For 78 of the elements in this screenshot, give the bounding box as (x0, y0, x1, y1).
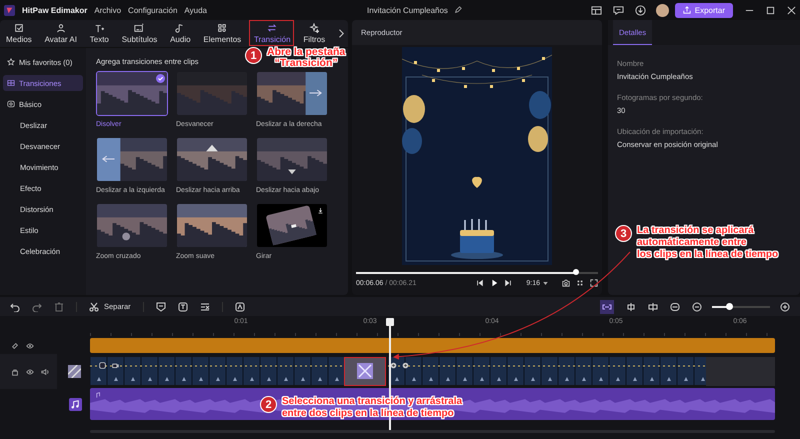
text-icon (94, 23, 104, 33)
highlight-frame (249, 20, 294, 46)
menu-item[interactable]: Ayuda (184, 6, 207, 14)
zoom-out-icon[interactable] (692, 302, 702, 312)
effect-clip[interactable] (90, 338, 775, 353)
split-view-icon[interactable] (648, 302, 658, 312)
person-icon (56, 23, 66, 33)
progress-handle[interactable] (573, 269, 580, 275)
toolbar-tab[interactable]: Subtítulos (122, 23, 158, 44)
sparkle-icon (309, 23, 320, 33)
chevron-right-icon[interactable] (338, 29, 344, 38)
avatar[interactable] (656, 4, 669, 16)
redo-icon[interactable] (32, 302, 42, 312)
download-icon[interactable] (634, 4, 646, 16)
grid-icon (7, 79, 15, 87)
scissors-icon (89, 302, 99, 312)
video-track-icon (68, 365, 81, 378)
caret-icon (543, 282, 548, 284)
eye-icon[interactable] (26, 368, 34, 376)
undo-icon[interactable] (10, 302, 20, 312)
highlight-frame (344, 357, 386, 386)
layout-icon[interactable] (590, 4, 602, 16)
shapes-icon (217, 23, 228, 33)
camera-icon (112, 362, 119, 369)
link-icon[interactable] (600, 300, 614, 314)
edit-icon[interactable] (454, 6, 462, 14)
check-icon (156, 74, 165, 83)
chat-icon[interactable] (612, 4, 624, 16)
eye-icon[interactable] (26, 342, 34, 350)
transition-icon (357, 363, 373, 379)
annotation-text: La transición se aplicará automáticamente entre los clips en la línea de tiempo (637, 225, 778, 261)
category-icon (7, 100, 15, 108)
crop-icon[interactable] (234, 302, 245, 312)
subtitles-icon (134, 23, 144, 33)
align-icon[interactable] (626, 302, 636, 312)
link-icon[interactable] (11, 342, 19, 350)
trim-icon[interactable] (200, 302, 210, 312)
camera-icon[interactable] (562, 279, 570, 287)
fullscreen-icon[interactable] (590, 279, 598, 287)
toolbar-tab[interactable]: Audio (170, 23, 191, 44)
audio-clip[interactable] (90, 388, 775, 420)
transition-clip[interactable] (345, 357, 385, 385)
toolbar-tab[interactable]: Filtros (303, 23, 326, 44)
menu-item[interactable]: Configuración (128, 6, 178, 14)
zoom-in-icon[interactable] (780, 302, 790, 312)
lock-icon[interactable] (11, 368, 19, 376)
annotation-text: Abre la pestaña “Transición” (267, 47, 346, 69)
transition-icon (267, 23, 278, 33)
music-track-icon (69, 398, 82, 410)
grid-icon[interactable] (576, 279, 584, 287)
fit-icon[interactable] (670, 302, 680, 312)
toolbar-tab[interactable]: Transición (254, 23, 291, 44)
next-frame-icon[interactable] (504, 279, 512, 287)
add-keyframe-icon (402, 362, 409, 369)
upload-icon (682, 6, 691, 14)
video-clip[interactable] (388, 357, 706, 385)
marker-icon[interactable] (156, 302, 166, 312)
project-title: Invitación Cumpleaños (367, 6, 448, 14)
delete-icon[interactable] (54, 302, 64, 312)
clip-icon (99, 362, 106, 369)
app-logo-icon (4, 4, 15, 16)
speaker-icon[interactable] (41, 368, 49, 376)
app-name: HitPaw Edimakor (22, 6, 88, 14)
previous-frame-icon[interactable] (476, 279, 484, 287)
toolbar-tab[interactable]: Avatar AI (44, 23, 77, 44)
toolbar-tab[interactable]: Elementos (203, 23, 242, 44)
toolbar-tab[interactable]: Texto (90, 23, 109, 44)
media-icon (14, 23, 24, 33)
export-button[interactable]: Exportar (674, 2, 733, 18)
close-icon[interactable] (787, 6, 796, 14)
star-icon (7, 58, 15, 66)
toolbar-tab[interactable]: Medios (6, 23, 32, 44)
maximize-icon[interactable] (766, 6, 775, 14)
text-icon[interactable] (178, 302, 188, 312)
zoom-handle[interactable] (726, 302, 734, 310)
play-icon[interactable] (490, 279, 498, 287)
menu-item[interactable]: Archivo (94, 6, 122, 14)
video-clip[interactable] (90, 357, 345, 385)
